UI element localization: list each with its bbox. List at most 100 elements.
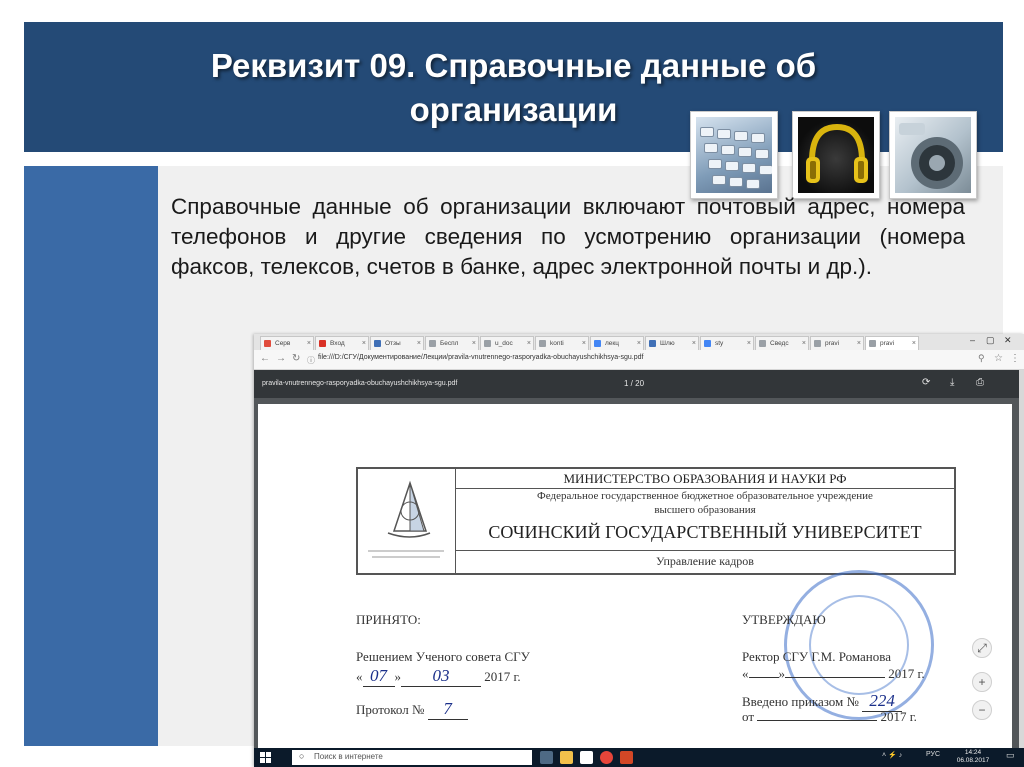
reload-icon[interactable]: ↻ [292,353,300,364]
windows-taskbar: ○ Поиск в интернете ˄ ⚡ ♪ РУС 14:24 06.0… [254,748,1024,767]
file-explorer-icon[interactable] [560,751,573,764]
tab-label: лекц [605,340,619,347]
doc-icon [869,340,876,347]
tab-label: pravi [880,340,895,347]
browser-tab[interactable]: konti × [535,336,589,350]
tab-label: Вход [330,340,345,347]
browser-tab[interactable]: Серв × [260,336,314,350]
university-logo-icon [358,469,456,573]
slide: Реквизит 09. Справочные данные об органи… [0,0,1024,767]
browser-tab[interactable]: Сведс × [755,336,809,350]
tab-label: konti [550,340,564,347]
doc-icon [814,340,821,347]
close-tab-icon[interactable]: × [802,337,806,350]
tray-icons[interactable]: ˄ ⚡ ♪ [882,751,902,759]
language-indicator[interactable]: РУС [926,751,940,758]
blue-icon [649,340,656,347]
clock[interactable]: 14:24 06.08.2017 [954,749,992,765]
close-tab-icon[interactable]: × [307,337,311,350]
task-view-icon[interactable] [540,751,553,764]
zoom-out-button[interactable]: − [972,700,992,720]
scrollbar[interactable] [1019,370,1024,748]
browser-tab[interactable]: Шлю × [645,336,699,350]
close-window-icon[interactable]: ✕ [1004,335,1012,346]
forward-icon[interactable]: → [276,353,286,364]
close-tab-icon[interactable]: × [582,337,586,350]
pdf-filename: pravila-vnutrennego-rasporyadka-obuchayu… [262,380,458,387]
decision-day: 07 [362,666,395,687]
doc-icon [759,340,766,347]
approval-year: 2017 г. [888,666,925,681]
maximize-icon[interactable]: ▢ [986,335,995,346]
bookmark-star-icon[interactable]: ☆ [994,353,1003,364]
protocol-line: Протокол № 7 [356,699,468,720]
order-year: 2017 г. [880,709,917,724]
close-tab-icon[interactable]: × [417,337,421,350]
close-tab-icon[interactable]: × [747,337,751,350]
from-label: от [742,709,755,724]
tab-label: sty [715,340,724,347]
print-icon[interactable]: ⎙ [976,377,984,388]
browser-tab[interactable]: Беспл × [425,336,479,350]
browser-tab[interactable]: pravi × [810,336,864,350]
search-placeholder: Поиск в интернете [314,752,383,761]
close-tab-icon[interactable]: × [692,337,696,350]
tab-label: pravi [825,340,840,347]
page-indicator: 1 / 20 [624,379,645,388]
info-icon: ⓘ [307,356,315,365]
close-tab-icon[interactable]: × [912,337,916,350]
decision-month: 03 [401,666,481,687]
close-tab-icon[interactable]: × [527,337,531,350]
tab-label: Шлю [660,340,675,347]
rotate-icon[interactable]: ⟳ [922,377,930,388]
speaker-thumbnail [889,111,977,199]
browser-tab[interactable]: Вход × [315,336,369,350]
google-icon [594,340,601,347]
menu-dots-icon[interactable]: ⋮ [1010,353,1020,364]
browser-tab[interactable]: u_doc × [480,336,534,350]
fit-page-button[interactable]: ⤢ [972,638,992,658]
close-tab-icon[interactable]: × [362,337,366,350]
doc-icon [539,340,546,347]
close-tab-icon[interactable]: × [637,337,641,350]
federal-institution: Федеральное государственное бюджетное об… [456,489,954,517]
keyboard-thumbnail [690,111,778,199]
tab-label: Сведс [770,340,789,347]
url-input[interactable]: file:///D:/СГУ/Документирование/Лекции/p… [318,354,643,361]
store-icon[interactable] [580,751,593,764]
tab-label: Серв [275,340,291,347]
browser-tab[interactable]: лекц × [590,336,644,350]
university-name: СОЧИНСКИЙ ГОСУДАРСТВЕННЫЙ УНИВЕРСИТЕТ [456,519,954,551]
doc-icon [429,340,436,347]
body-paragraph: Справочные данные об организации включаю… [171,194,965,279]
windows-start-icon[interactable] [260,752,271,763]
department-name: Управление кадров [656,554,754,568]
close-tab-icon[interactable]: × [472,337,476,350]
pdf-page: МИНИСТЕРСТВО ОБРАЗОВАНИЯ И НАУКИ РФ Феде… [258,404,1012,754]
pdf-viewer: МИНИСТЕРСТВО ОБРАЗОВАНИЯ И НАУКИ РФ Феде… [254,398,1019,754]
notifications-icon[interactable]: ▭ [1006,750,1015,761]
tab-label: u_doc [495,340,513,347]
chrome-icon[interactable] [600,751,613,764]
tab-bar: Серв × Вход × Отзы × Беспл × u_doc × konti × лекц × Шл… [254,334,1024,350]
decision-year: 2017 г. [484,669,521,684]
federal-line-1: Федеральное государственное бюджетное об… [537,490,873,502]
zoom-icon[interactable]: ⚲ [978,353,985,364]
google-icon [704,340,711,347]
rector-line: Ректор СГУ Г.М. Романова [742,649,891,664]
tab-label: Отзы [385,340,401,347]
zoom-in-button[interactable]: + [972,672,992,692]
close-tab-icon[interactable]: × [857,337,861,350]
back-icon[interactable]: ← [260,353,270,364]
browser-tab[interactable]: Отзы × [370,336,424,350]
browser-tab[interactable]: sty × [700,336,754,350]
download-icon[interactable]: ⤓ [950,377,954,388]
powerpoint-icon[interactable] [620,751,633,764]
browser-tab[interactable]: pravi × [865,336,919,350]
minimize-icon[interactable]: – [970,335,975,345]
taskbar-search[interactable]: ○ Поиск в интернете [292,750,532,765]
search-icon: ○ [299,751,305,761]
clock-date: 06.08.2017 [956,757,990,764]
red-icon [264,340,271,347]
federal-line-2: высшего образования [654,504,756,516]
